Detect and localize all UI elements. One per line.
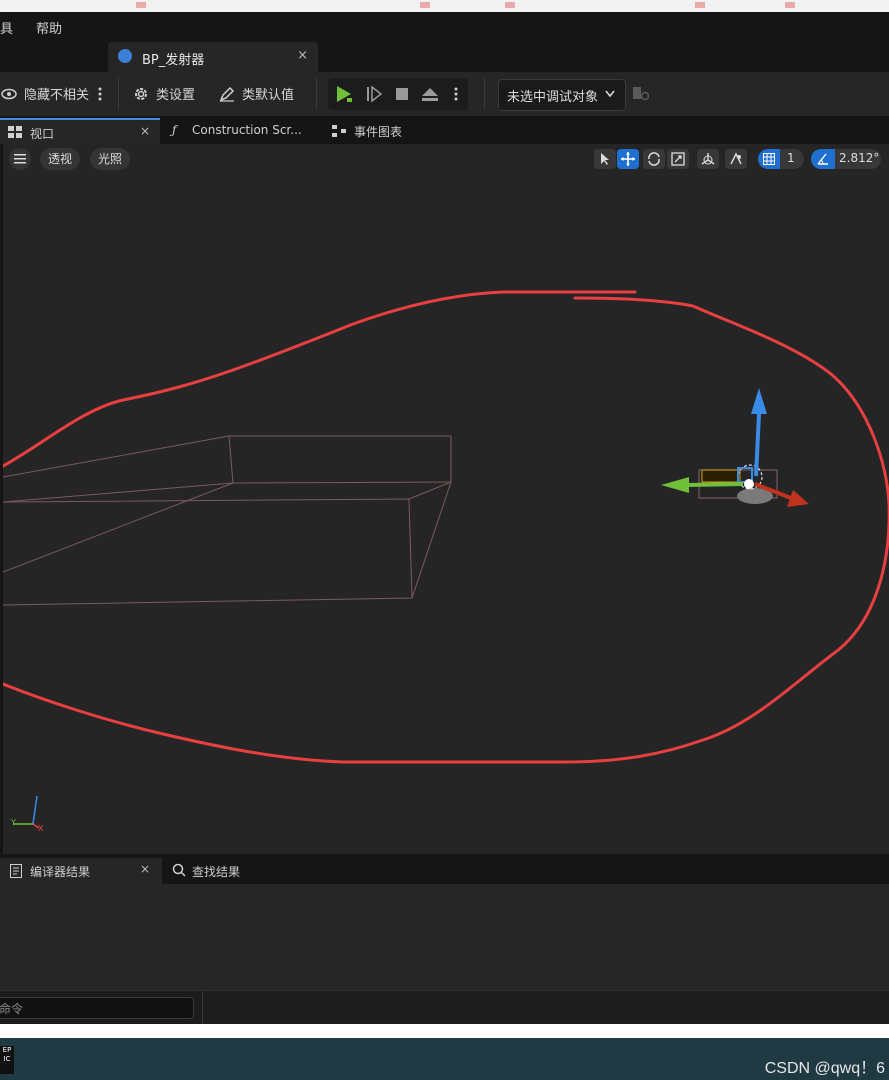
tab-construction-label: Construction Scr... <box>192 123 302 137</box>
toolbar-divider <box>316 78 317 110</box>
stop-icon[interactable] <box>392 84 412 104</box>
browser-tab-marker <box>505 2 515 8</box>
wireframe-box <box>3 435 452 606</box>
debug-object-select[interactable]: 未选中调试对象 <box>498 79 626 111</box>
epic-games-logo-icon[interactable]: EP IC <box>0 1046 14 1074</box>
tab-viewport-label: 视口 <box>30 127 55 141</box>
play-controls <box>328 78 468 110</box>
command-input[interactable]: 命令 <box>0 997 194 1019</box>
close-tab-button[interactable]: × <box>297 48 308 63</box>
search-icon <box>172 863 186 877</box>
gear-icon <box>135 87 147 100</box>
tab-viewport[interactable]: 视口 × <box>0 118 160 144</box>
blueprint-icon <box>118 49 132 63</box>
menu-bar: 具 帮助 <box>0 12 889 40</box>
class-defaults-label: 类默认值 <box>242 88 295 103</box>
taskbar: EP IC CSDN @qwq！6 <box>0 1038 889 1080</box>
axis-y-label: Y <box>11 818 16 827</box>
watermark: CSDN @qwq！6 <box>764 1060 885 1077</box>
viewport-scene <box>3 290 889 829</box>
compiler-results-panel <box>0 884 889 990</box>
class-defaults-button[interactable]: 类默认值 <box>218 84 294 103</box>
function-icon: ƒ <box>172 123 177 137</box>
window-border <box>0 1024 889 1038</box>
debug-camera-icon[interactable] <box>632 86 650 102</box>
hide-unrelated-label: 隐藏不相关 <box>24 88 90 103</box>
eye-icon <box>1 88 17 99</box>
debug-object-value: 未选中调试对象 <box>507 90 599 105</box>
tab-compiler-results[interactable]: 编译器结果 × <box>0 858 162 884</box>
menu-item-help[interactable]: 帮助 <box>36 18 62 37</box>
axis-x-label: X <box>38 824 44 833</box>
class-settings-button[interactable]: 类设置 <box>132 84 195 103</box>
event-graph-icon <box>332 125 346 137</box>
browser-tab-marker <box>136 2 146 8</box>
axis-indicator <box>13 795 40 829</box>
edit-defaults-icon <box>219 86 235 102</box>
chevron-down-icon <box>605 90 615 98</box>
transform-gizmo <box>661 388 809 507</box>
viewport-canvas[interactable]: 透视 光照 1 2.812° Y X <box>3 144 889 854</box>
graph-panel-tabs: 视口 × ƒ Construction Scr... 事件图表 <box>0 118 889 144</box>
menu-item-tools[interactable]: 具 <box>0 18 13 37</box>
document-tab-bar: BP_发射器 × <box>0 40 889 72</box>
tab-find-results-label: 查找结果 <box>192 865 241 879</box>
browser-tab-marker <box>695 2 705 8</box>
eject-icon[interactable] <box>420 84 440 104</box>
toolbar-divider <box>118 78 119 110</box>
play-icon[interactable] <box>334 84 354 104</box>
command-bar-divider <box>202 991 203 1025</box>
close-tab-button[interactable]: × <box>140 124 150 138</box>
annotation-loop <box>3 290 889 764</box>
viewport-icon <box>8 126 22 138</box>
hide-unrelated-button[interactable]: 隐藏不相关 <box>0 84 89 103</box>
more-options-icon[interactable] <box>96 86 104 102</box>
document-tab-title: BP_发射器 <box>142 53 205 68</box>
bottom-panel-tabs: 编译器结果 × 查找结果 <box>0 856 889 884</box>
tab-event-graph[interactable]: 事件图表 <box>326 118 446 144</box>
document-tab-bp-launcher[interactable]: BP_发射器 × <box>108 42 318 72</box>
class-settings-label: 类设置 <box>156 88 196 103</box>
browser-tab-marker <box>420 2 430 8</box>
command-bar: 命令 <box>0 990 889 1025</box>
more-options-icon[interactable] <box>452 86 460 102</box>
blueprint-toolbar: 隐藏不相关 类设置 类默认值 未选中调试对象 <box>0 72 889 116</box>
browser-tab-marker <box>785 2 795 8</box>
tab-compiler-results-label: 编译器结果 <box>30 865 91 879</box>
command-placeholder: 命令 <box>0 1002 24 1016</box>
tab-construction-script[interactable]: ƒ Construction Scr... <box>164 118 322 144</box>
close-tab-button[interactable]: × <box>140 862 150 876</box>
compiler-results-icon <box>10 864 22 878</box>
step-forward-icon[interactable] <box>364 84 384 104</box>
tab-find-results[interactable]: 查找结果 <box>166 858 286 884</box>
toolbar-divider <box>484 78 485 110</box>
tab-event-graph-label: 事件图表 <box>354 125 403 139</box>
